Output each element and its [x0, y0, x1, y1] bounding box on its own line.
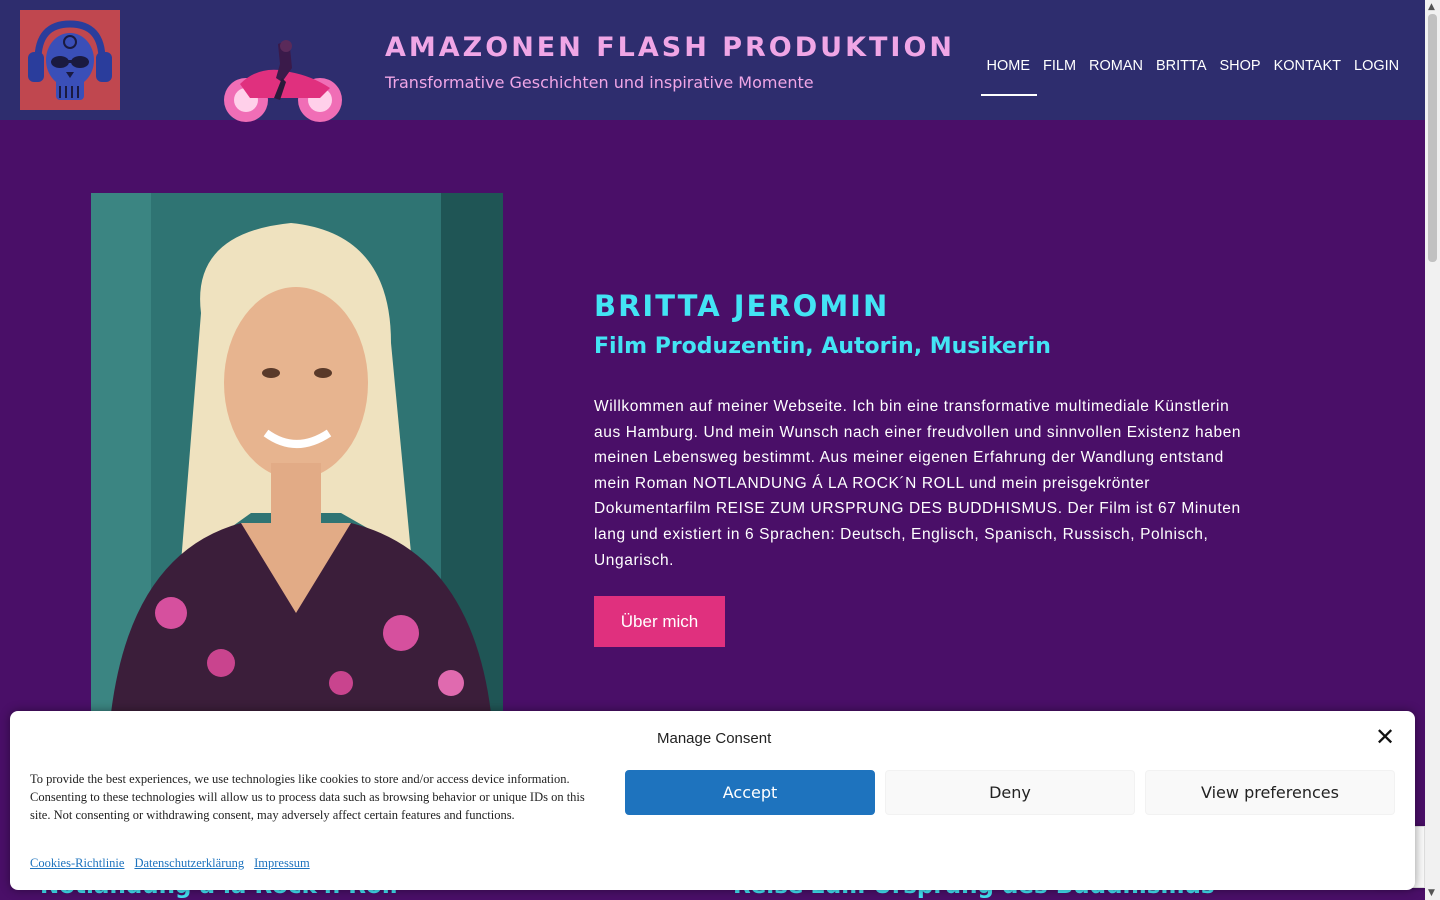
site-tagline: Transformative Geschichten und inspirati…: [385, 73, 814, 92]
close-icon[interactable]: ✕: [1374, 725, 1396, 749]
main-nav: HOME FILM ROMAN BRITTA SHOP KONTAKT LOGI…: [980, 58, 1406, 74]
imprint-link[interactable]: Impressum: [254, 856, 310, 871]
accept-button[interactable]: Accept: [625, 770, 875, 815]
consent-description: To provide the best experiences, we use …: [30, 772, 585, 822]
consent-links: Cookies-Richtlinie Datenschutzerklärung …: [30, 856, 310, 871]
hero-intro-text: Willkommen auf meiner Webseite. Ich bin …: [594, 398, 1242, 569]
nav-britta[interactable]: BRITTA: [1150, 58, 1213, 74]
about-me-button[interactable]: Über mich: [594, 596, 725, 647]
nav-kontakt[interactable]: KONTAKT: [1267, 58, 1347, 74]
consent-title: Manage Consent: [657, 730, 772, 747]
privacy-policy-link[interactable]: Datenschutzerklärung: [134, 856, 244, 871]
nav-shop[interactable]: SHOP: [1213, 58, 1267, 74]
nav-active-indicator: [981, 94, 1037, 96]
site-title[interactable]: AMAZONEN FLASH PRODUKTION: [385, 32, 955, 63]
portrait-image: [91, 193, 503, 713]
skull-headphones-icon: [28, 20, 112, 100]
motorbike-rider-icon: [224, 40, 342, 122]
scroll-up-arrow-icon[interactable]: ▲: [1428, 2, 1435, 12]
bike-logo[interactable]: [220, 38, 346, 130]
scroll-down-arrow-icon[interactable]: ▼: [1428, 888, 1435, 898]
hero-subtitle: Film Produzentin, Autorin, Musikerin: [594, 334, 1051, 359]
nav-home[interactable]: HOME: [980, 58, 1037, 74]
nav-login[interactable]: LOGIN: [1348, 58, 1406, 74]
nav-film[interactable]: FILM: [1037, 58, 1083, 74]
scroll-thumb[interactable]: [1428, 14, 1437, 262]
cookie-policy-link[interactable]: Cookies-Richtlinie: [30, 856, 124, 871]
view-preferences-button[interactable]: View preferences: [1145, 770, 1395, 815]
nav-roman[interactable]: ROMAN: [1083, 58, 1150, 74]
page-scrollbar[interactable]: ▲ ▼: [1425, 0, 1440, 900]
hero-name: BRITTA JEROMIN: [594, 289, 890, 323]
site-logo[interactable]: [20, 10, 120, 110]
site-header: AMAZONEN FLASH PRODUKTION Transformative…: [0, 0, 1425, 122]
deny-button[interactable]: Deny: [885, 770, 1135, 815]
consent-dialog: Manage Consent ✕ To provide the best exp…: [10, 711, 1415, 890]
portrait-photo: [91, 193, 503, 713]
